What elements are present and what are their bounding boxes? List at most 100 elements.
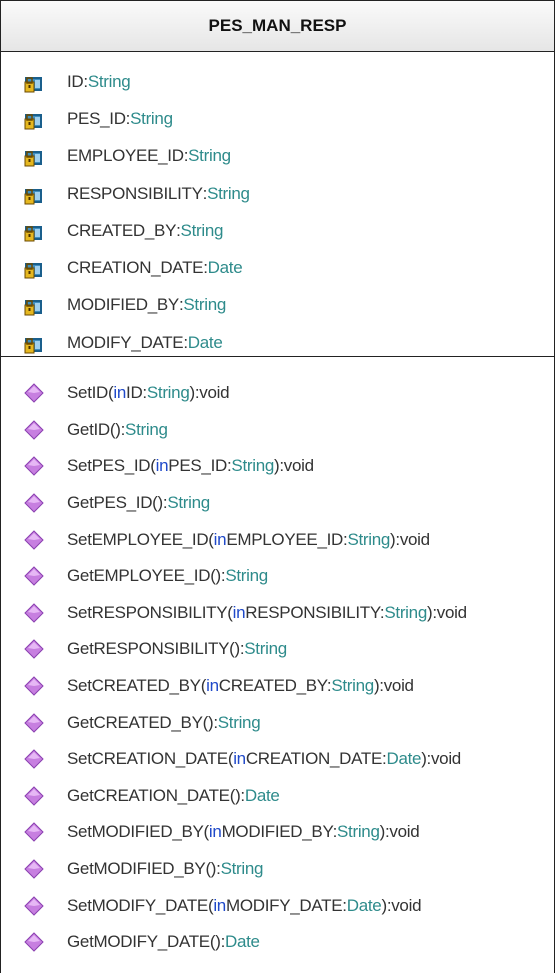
method-icon — [24, 895, 44, 916]
attribute-row[interactable]: PES_ID: String — [1, 100, 554, 137]
attribute-type: String — [87, 71, 131, 91]
operation-row[interactable]: SetPES_ID(in PES_ID: String):void — [1, 448, 554, 485]
attribute-row[interactable]: MODIFY_DATE: Date — [1, 324, 554, 361]
private-field-icon — [24, 188, 42, 205]
operation-row[interactable]: SetRESPONSIBILITY(in RESPONSIBILITY: Stri… — [1, 595, 554, 632]
method-icon — [24, 603, 44, 623]
operation-row[interactable]: GetRESPONSIBILITY(): String — [1, 631, 554, 668]
method-icon — [24, 712, 44, 733]
attributes-compartment: ID: String PES_ID: String EMPLOYEE_ID: String… — [1, 52, 554, 357]
signature-text: ):void — [390, 529, 430, 549]
signature-text: SetPES_ID( — [67, 456, 156, 476]
param-direction-keyword: in — [155, 456, 169, 476]
attribute-row[interactable]: MODIFIED_BY: String — [1, 287, 554, 324]
type-name: String — [167, 493, 210, 513]
type-name: String — [244, 639, 287, 659]
operation-row[interactable]: GetEMPLOYEE_ID(): String — [1, 558, 554, 595]
type-name: String — [225, 566, 268, 586]
signature-text: PES_ID: — [168, 456, 232, 476]
signature-text: EMPLOYEE_ID: — [226, 529, 348, 549]
signature-text: ):void — [274, 456, 314, 476]
class-title: PES_MAN_RESP — [1, 1, 554, 52]
type-name: String — [220, 859, 264, 879]
attribute-type: Date — [187, 332, 223, 352]
attribute-name: ID — [67, 71, 84, 91]
signature-text: RESPONSIBILITY: — [245, 602, 385, 622]
type-name: String — [231, 456, 275, 476]
private-field-icon — [24, 151, 42, 167]
operation-row[interactable]: GetCREATION_DATE(): Date — [1, 778, 554, 815]
operation-row[interactable]: SetEMPLOYEE_ID(in EMPLOYEE_ID: String):vo… — [1, 521, 554, 558]
private-field-icon — [24, 337, 42, 354]
signature-text: GetEMPLOYEE_ID(): — [67, 566, 226, 586]
attribute-type: String — [183, 295, 226, 315]
signature-text: CREATION_DATE: — [245, 749, 387, 769]
signature-text: SetCREATION_DATE( — [67, 749, 234, 769]
signature-text: SetMODIFY_DATE( — [67, 895, 214, 915]
attribute-row[interactable]: RESPONSIBILITY: String — [1, 175, 554, 212]
operation-row[interactable]: SetCREATION_DATE(in CREATION_DATE: Date):… — [1, 741, 554, 778]
attribute-name: PES_ID — [67, 108, 126, 128]
signature-text: ID: — [126, 383, 147, 403]
method-icon — [24, 566, 44, 586]
signature-text: SetEMPLOYEE_ID( — [67, 529, 214, 549]
signature-text: GetMODIFY_DATE(): — [67, 932, 225, 952]
uml-class-box[interactable]: PES_MAN_RESP ID: String PES_ID: String EMPLO… — [0, 0, 555, 973]
private-field-icon — [24, 263, 42, 279]
operation-row[interactable]: GetPES_ID(): String — [1, 485, 554, 522]
attribute-row[interactable]: CREATED_BY: String — [1, 212, 554, 249]
signature-text: ):void — [426, 602, 467, 622]
attribute-name: MODIFIED_BY — [67, 295, 179, 315]
method-icon — [24, 383, 44, 404]
type-name: String — [337, 822, 380, 842]
method-icon — [24, 676, 44, 696]
operation-row[interactable]: SetMODIFY_DATE(in MODIFY_DATE: Date):void — [1, 887, 554, 924]
method-icon — [24, 456, 44, 477]
attribute-type: String — [130, 108, 173, 128]
attribute-type: String — [180, 220, 224, 240]
type-name: String — [331, 676, 374, 696]
param-direction-keyword: in — [206, 676, 219, 696]
method-icon — [24, 932, 44, 952]
signature-text: GetCREATED_BY(): — [67, 712, 218, 732]
signature-text: ):void — [421, 749, 461, 769]
attribute-type: String — [188, 146, 231, 166]
signature-text: GetRESPONSIBILITY(): — [67, 639, 245, 659]
private-field-icon — [24, 300, 42, 316]
signature-text: SetMODIFIED_BY( — [67, 822, 209, 842]
type-name: String — [347, 529, 391, 549]
operation-row[interactable]: SetCREATED_BY(in CREATED_BY: String):void — [1, 668, 554, 705]
signature-text: SetID( — [67, 383, 114, 403]
attribute-row[interactable]: ID: String — [1, 63, 554, 100]
type-name: Date — [386, 749, 422, 769]
operation-row[interactable]: GetMODIFY_DATE(): Date — [1, 924, 554, 961]
signature-text: ):void — [379, 822, 420, 842]
param-direction-keyword: in — [232, 602, 246, 622]
method-icon — [24, 749, 44, 769]
method-icon — [24, 859, 44, 879]
operation-row[interactable]: SetMODIFIED_BY(in MODIFIED_BY: String):vo… — [1, 814, 554, 851]
attribute-type: Date — [207, 258, 243, 278]
param-direction-keyword: in — [113, 383, 127, 403]
attribute-name: CREATED_BY — [67, 220, 177, 240]
attribute-type: String — [207, 183, 250, 203]
attribute-row[interactable]: CREATION_DATE: Date — [1, 249, 554, 286]
type-name: Date — [346, 895, 382, 915]
signature-text: SetRESPONSIBILITY( — [67, 602, 233, 622]
operation-row[interactable]: GetCREATED_BY(): String — [1, 704, 554, 741]
method-icon — [24, 786, 44, 806]
signature-text: GetID(): — [67, 419, 126, 439]
operation-row[interactable]: GetID(): String — [1, 412, 554, 449]
type-name: String — [217, 712, 261, 732]
signature-text: MODIFY_DATE: — [225, 895, 347, 915]
param-direction-keyword: in — [208, 822, 222, 842]
private-field-icon — [24, 225, 42, 242]
attribute-name: CREATION_DATE — [67, 258, 204, 278]
operation-row[interactable]: GetMODIFIED_BY(): String — [1, 851, 554, 888]
signature-text: ):void — [189, 383, 230, 403]
method-icon — [24, 822, 44, 843]
type-name: Date — [225, 932, 260, 952]
private-field-icon — [24, 76, 42, 93]
operation-row[interactable]: SetID(in ID: String):void — [1, 375, 554, 412]
attribute-row[interactable]: EMPLOYEE_ID: String — [1, 138, 554, 175]
